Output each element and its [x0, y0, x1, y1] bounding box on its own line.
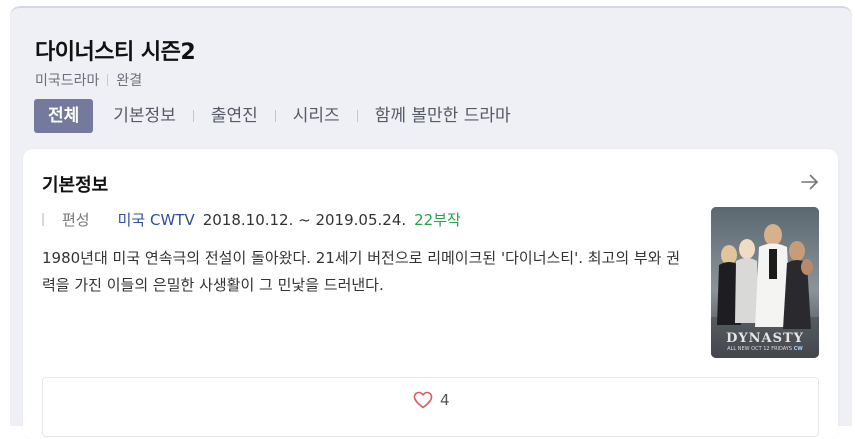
heart-icon	[413, 391, 433, 409]
poster-image[interactable]: DYNASTY ALL NEW OCT 12 FRIDAYS CW	[711, 207, 819, 358]
poster-logo: DYNASTY	[726, 331, 804, 346]
tab-divider	[192, 110, 194, 122]
status-label: 완결	[116, 73, 143, 89]
row-marker	[42, 213, 44, 226]
arrow-right-icon[interactable]	[800, 173, 820, 191]
like-button[interactable]: 4	[413, 391, 450, 409]
meta-divider	[107, 74, 109, 86]
tab-basic-info[interactable]: 기본정보	[109, 99, 180, 133]
basic-info-card: 기본정보 편성 미국 CWTV 2018.10.12. ~ 2019.05.24…	[23, 149, 838, 439]
description: 1980년대 미국 연속극의 전설이 돌아왔다. 21세기 버전으로 리메이크된…	[42, 249, 681, 294]
like-count: 4	[440, 391, 450, 409]
genre-label: 미국드라마	[35, 73, 100, 89]
tab-series[interactable]: 시리즈	[289, 99, 344, 133]
schedule-label: 편성	[62, 211, 90, 229]
content-panel: 다이너스티 시즌2 미국드라마 완결 전체 기본정보 출연진 시리즈 함께 볼만…	[10, 6, 852, 439]
tab-divider	[274, 110, 276, 122]
air-dates: 2018.10.12. ~ 2019.05.24.	[202, 210, 407, 229]
tab-all[interactable]: 전체	[34, 99, 94, 133]
episode-count: 22부작	[414, 211, 461, 229]
show-meta: 미국드라마 완결	[35, 70, 142, 90]
tab-cast[interactable]: 출연진	[207, 99, 262, 133]
tab-divider	[356, 110, 358, 122]
poster-network: CW	[793, 346, 803, 352]
like-bar: 4	[42, 377, 819, 437]
channel-link[interactable]: 미국 CWTV	[118, 209, 195, 230]
poster-tagline: ALL NEW OCT 12 FRIDAYS	[727, 346, 793, 352]
card-title: 기본정보	[42, 175, 109, 196]
schedule-row: 편성 미국 CWTV 2018.10.12. ~ 2019.05.24. 22부…	[42, 209, 461, 230]
page-title: 다이너스티 시즌2	[35, 40, 196, 65]
tab-recommended-dramas[interactable]: 함께 볼만한 드라마	[371, 99, 515, 133]
tab-bar: 전체 기본정보 출연진 시리즈 함께 볼만한 드라마	[34, 99, 515, 133]
